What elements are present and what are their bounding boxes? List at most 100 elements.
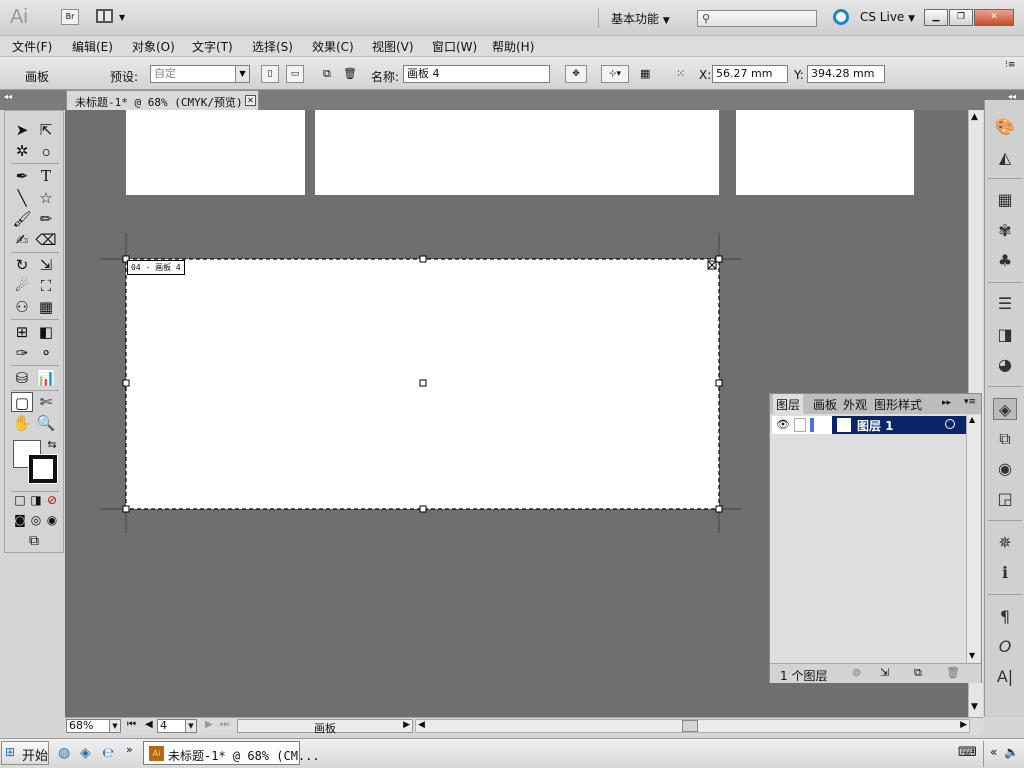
symbols-panel-icon[interactable]: ♣ [993, 250, 1017, 272]
more-tabs-icon[interactable]: ▸▸ [942, 398, 951, 408]
menu-window[interactable]: 窗口(W) [432, 38, 477, 55]
delete-artboard-icon[interactable]: 🗑 [343, 67, 357, 80]
artboards-panel-icon[interactable]: ⧉ [993, 428, 1017, 450]
scroll-thumb[interactable] [682, 720, 698, 732]
portrait-button[interactable]: ▯ [261, 65, 279, 83]
color-panel-icon[interactable]: 🎨 [993, 116, 1017, 138]
first-artboard-icon[interactable]: ⏮ [127, 719, 136, 730]
transparency-panel-icon[interactable]: ◕ [993, 354, 1017, 376]
gradient-panel-icon[interactable]: ◨ [993, 324, 1017, 346]
lasso-tool-icon[interactable]: ဝ [35, 141, 57, 161]
swap-colors-icon[interactable]: ⇆ [45, 435, 59, 455]
visibility-eye-icon[interactable]: 👁 [776, 418, 790, 431]
stroke-panel-icon[interactable]: ☰ [993, 293, 1017, 315]
zoom-select[interactable]: 68% ▼ [66, 719, 121, 733]
blob-brush-tool-icon[interactable]: ✍ [11, 230, 33, 250]
eyedropper-tool-icon[interactable]: ✑ [11, 343, 33, 363]
new-layer-icon[interactable]: ⧉ [914, 666, 922, 680]
taskbar-illustrator-item[interactable]: Ai 未标题-1* @ 68% (CM... [143, 741, 320, 765]
new-artboard-icon[interactable]: ⧉ [323, 67, 331, 81]
bridge-button[interactable]: Br [61, 9, 79, 25]
line-tool-icon[interactable]: ╲ [11, 188, 33, 208]
mesh-tool-icon[interactable]: ⊞ [11, 322, 33, 342]
menu-help[interactable]: 帮助(H) [492, 38, 534, 55]
slice-tool-icon[interactable]: ✄ [35, 392, 57, 412]
horizontal-scrollbar[interactable]: ◀ ▶ [415, 719, 970, 733]
cs-live-menu[interactable]: CS Live ▼ [860, 10, 915, 24]
keyboard-icon[interactable]: ⌨ [958, 745, 977, 760]
opentype-panel-icon[interactable]: O [993, 636, 1017, 658]
star-tool-icon[interactable]: ☆ [35, 188, 57, 208]
draw-inside-icon[interactable]: ◉ [41, 510, 63, 530]
hand-tool-icon[interactable]: ✋ [11, 413, 33, 433]
layers-scrollbar[interactable]: ▲ ▼ [966, 415, 980, 662]
scroll-up-icon[interactable]: ▲ [971, 112, 978, 122]
artboard-name-input[interactable]: 画板 4 [403, 65, 550, 83]
column-graph-tool-icon[interactable]: 📊 [35, 368, 57, 388]
x-coordinate-input[interactable]: 56.27 mm [712, 65, 788, 83]
perspective-grid-tool-icon[interactable]: ▦ [35, 297, 57, 317]
appearance-panel-icon[interactable]: ◉ [993, 458, 1017, 480]
swatches-panel-icon[interactable]: ▦ [993, 189, 1017, 211]
menu-type[interactable]: 文字(T) [192, 38, 233, 55]
gradient-tool-icon[interactable]: ◧ [35, 322, 57, 342]
blend-tool-icon[interactable]: ⚬ [35, 343, 57, 363]
free-transform-tool-icon[interactable]: ⛶ [35, 276, 57, 296]
tab-graphic-styles[interactable]: 图形样式 [874, 396, 922, 413]
help-search-input[interactable]: ⚲ [697, 10, 817, 27]
layer-row[interactable]: 👁 图层 1 [772, 416, 966, 434]
artboard-number-select[interactable]: 4 ▼ [157, 719, 197, 733]
panel-menu-icon[interactable]: ⁝≡ [1005, 60, 1015, 70]
menu-select[interactable]: 选择(S) [252, 38, 293, 55]
arrange-documents-button[interactable]: ▼ [96, 9, 128, 25]
scroll-right-icon[interactable]: ▶ [960, 720, 967, 730]
shape-builder-tool-icon[interactable]: ⚇ [11, 297, 33, 317]
none-mode-icon[interactable]: ⊘ [41, 490, 63, 510]
character-panel-icon[interactable]: A| [993, 666, 1017, 688]
tray-expand-icon[interactable]: « [990, 745, 997, 759]
artboard-options-icon[interactable]: ▦ [640, 67, 650, 80]
show-center-mark-button[interactable]: ⊹▾ [601, 65, 629, 83]
previous-artboard-icon[interactable]: ◀ [145, 719, 153, 730]
menu-object[interactable]: 对象(O) [132, 38, 175, 55]
scale-tool-icon[interactable]: ⇲ [35, 255, 57, 275]
y-coordinate-input[interactable]: 394.28 mm [807, 65, 885, 83]
speaker-icon[interactable]: 🔈 [1004, 745, 1019, 759]
ie-icon[interactable]: ℮ [102, 745, 114, 761]
paragraph-panel-icon[interactable]: ¶ [993, 606, 1017, 628]
tab-appearance[interactable]: 外观 [843, 396, 867, 413]
warp-tool-icon[interactable]: ☄ [11, 276, 33, 296]
move-copy-artwork-button[interactable]: ✥ [565, 65, 587, 83]
delete-layer-icon[interactable]: 🗑 [946, 666, 960, 679]
cs-live-icon[interactable] [833, 9, 849, 25]
workspace-switcher[interactable]: 基本功能 ▼ [611, 10, 670, 27]
tab-layers[interactable]: 图层 [773, 394, 804, 414]
menu-edit[interactable]: 编辑(E) [72, 38, 113, 55]
target-circle-icon[interactable] [945, 419, 955, 429]
scroll-up-icon[interactable]: ▲ [969, 415, 975, 424]
symbol-sprayer-tool-icon[interactable]: ⛁ [11, 368, 33, 388]
lock-toggle[interactable] [794, 418, 806, 432]
panel-menu-icon[interactable]: ▾≡ [964, 397, 976, 407]
locate-object-icon[interactable]: ⊚ [852, 666, 861, 679]
paintbrush-tool-icon[interactable]: 🖌 [11, 209, 33, 229]
selection-tool-icon[interactable]: ➤ [11, 120, 33, 140]
magic-wand-tool-icon[interactable]: ✲ [11, 141, 33, 161]
minimize-button[interactable]: ▁ [924, 9, 948, 26]
explorer-icon[interactable]: ◈ [80, 745, 91, 761]
color-guide-icon[interactable]: ◭ [993, 147, 1017, 169]
next-artboard-icon[interactable]: ▶ [205, 719, 213, 730]
close-button[interactable]: ✕ [974, 9, 1014, 26]
menu-view[interactable]: 视图(V) [372, 38, 414, 55]
info-panel-icon[interactable]: ℹ [993, 562, 1017, 584]
brushes-panel-icon[interactable]: ✾ [993, 220, 1017, 242]
document-tab[interactable]: 未标题-1* @ 68% (CMYK/预览) ✕ [66, 90, 259, 110]
artboard-tool-icon[interactable]: ▢ [11, 392, 33, 412]
layers-panel-icon[interactable]: ◈ [993, 398, 1017, 420]
clipping-mask-icon[interactable]: ⇲ [880, 666, 889, 679]
direct-selection-tool-icon[interactable]: ⇱ [35, 120, 57, 140]
preset-select[interactable]: 自定 ▼ [150, 65, 250, 83]
eraser-tool-icon[interactable]: ⌫ [35, 230, 57, 250]
delete-artboard-icon[interactable] [707, 260, 717, 270]
start-button[interactable]: ⊞ 开始 [1, 741, 49, 765]
